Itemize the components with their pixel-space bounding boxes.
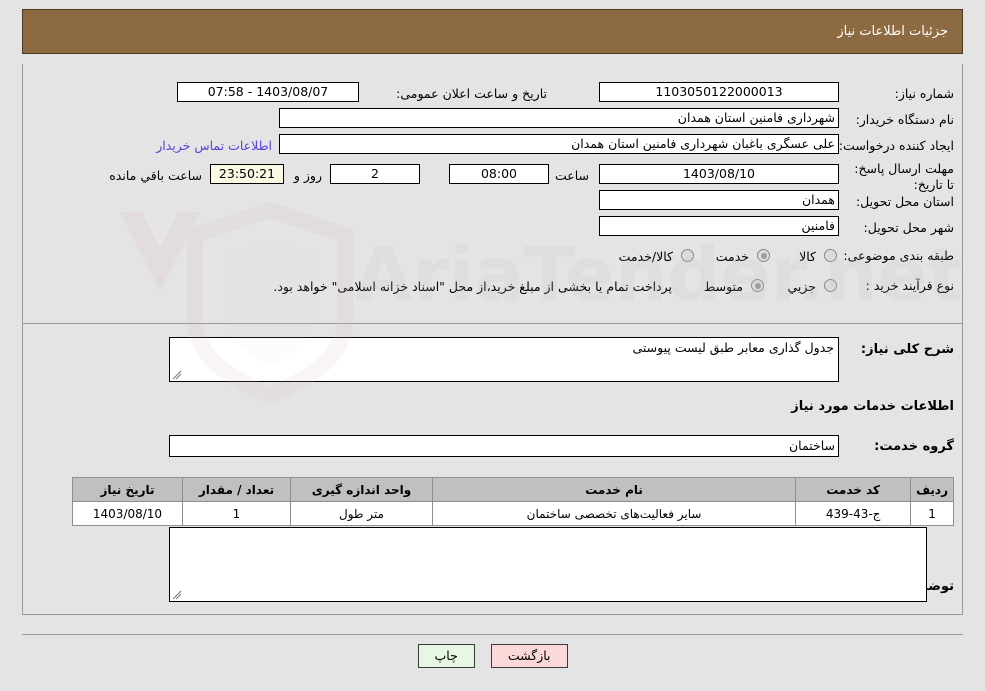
delivery-city-value: فامنین [599, 216, 839, 236]
cell-unit: متر طول [290, 501, 433, 526]
cell-row: 1 [910, 501, 954, 526]
col-service-code: کد خدمت [795, 477, 912, 502]
deadline-date: 1403/08/10 [599, 164, 839, 184]
subject-class-label: طبقه بندی موضوعی: [843, 248, 954, 263]
deadline-label: مهلت ارسال پاسخ: تا تاریخ: [854, 161, 954, 192]
buyer-org-value: شهرداری فامنین استان همدان [279, 108, 839, 128]
services-section-title: اطلاعات خدمات مورد نیاز [791, 399, 954, 414]
col-quantity: تعداد / مقدار [182, 477, 291, 502]
summary-form: شماره نیاز: 1103050122000013 تاریخ و ساع… [23, 64, 962, 324]
deadline-time: 08:00 [449, 164, 549, 184]
radio-subject-kala-label: کالا [799, 249, 816, 264]
buyer-org-label: نام دستگاه خریدار: [855, 112, 954, 127]
back-button[interactable]: بازگشت [490, 644, 568, 668]
cell-service-name: سایر فعالیت‌های تخصصی ساختمان [431, 501, 797, 526]
request-creator-value: علی عسگری باغبان شهرداری فامنین استان هم… [279, 134, 839, 154]
need-details-section: شرح کلی نیاز: جدول گذاری معابر طبق لیست … [23, 324, 962, 614]
col-row: ردیف [910, 477, 954, 502]
footer-divider [22, 634, 963, 635]
deadline-countdown-suffix: ساعت باقي مانده [109, 168, 202, 183]
col-service-name: نام خدمت [431, 477, 797, 502]
col-need-date: تاریخ نیاز [72, 477, 183, 502]
items-table: ردیف کد خدمت نام خدمت واحد اندازه گیری ت… [72, 477, 954, 526]
service-group-value: ساختمان [169, 435, 839, 457]
request-creator-label: ایجاد کننده درخواست: [838, 138, 954, 153]
deadline-days-suffix: روز و [293, 168, 322, 183]
need-number-value: 1103050122000013 [599, 82, 839, 102]
service-group-label: گروه خدمت: [874, 439, 954, 454]
footer-buttons: بازگشت چاپ [22, 644, 963, 668]
need-number-label: شماره نیاز: [894, 86, 954, 101]
general-description-text: جدول گذاری معابر طبق لیست پیوستی [632, 340, 834, 355]
radio-subject-kala-khedmat[interactable] [681, 249, 694, 262]
deadline-days: 2 [330, 164, 420, 184]
radio-subject-khedmat[interactable] [757, 249, 770, 262]
details-panel: شماره نیاز: 1103050122000013 تاریخ و ساع… [22, 64, 963, 615]
radio-process-jozii-label: جزيي [787, 279, 816, 294]
radio-subject-kala-khedmat-label: کالا/خدمت [618, 249, 673, 264]
print-button[interactable]: چاپ [417, 644, 475, 668]
page-title: جزئیات اطلاعات نیاز [837, 24, 948, 39]
purchase-process-label: نوع فرآیند خرید : [865, 278, 954, 293]
deadline-time-label: ساعت [554, 168, 589, 183]
buyer-contact-link[interactable]: اطلاعات تماس خریدار [156, 138, 272, 153]
radio-process-jozii[interactable] [824, 279, 837, 292]
resize-grip-icon [172, 370, 182, 380]
buyer-notes-value[interactable] [169, 527, 927, 602]
radio-process-motavaset-label: متوسط [703, 279, 743, 294]
public-announce-value: 1403/08/07 - 07:58 [177, 82, 359, 102]
cell-need-date: 1403/08/10 [72, 501, 183, 526]
table-row: 1 ج-43-439 سایر فعالیت‌های تخصصی ساختمان… [72, 501, 954, 526]
public-announce-label: تاریخ و ساعت اعلان عمومی: [396, 86, 547, 101]
radio-process-motavaset[interactable] [751, 279, 764, 292]
resize-grip-icon [172, 590, 182, 600]
radio-subject-khedmat-label: خدمت [715, 249, 749, 264]
radio-subject-kala[interactable] [824, 249, 837, 262]
cell-service-code: ج-43-439 [795, 501, 912, 526]
delivery-city-label: شهر محل تحویل: [863, 220, 954, 235]
cell-quantity: 1 [182, 501, 291, 526]
table-header-row: ردیف کد خدمت نام خدمت واحد اندازه گیری ت… [72, 477, 954, 502]
delivery-province-label: استان محل تحویل: [855, 194, 954, 209]
delivery-province-value: همدان [599, 190, 839, 210]
purchase-process-note: پرداخت تمام یا بخشی از مبلغ خرید،از محل … [273, 279, 672, 294]
deadline-countdown: 23:50:21 [210, 164, 284, 184]
general-description-value[interactable]: جدول گذاری معابر طبق لیست پیوستی [169, 337, 839, 382]
col-unit: واحد اندازه گیری [290, 477, 433, 502]
general-description-label: شرح کلی نیاز: [860, 342, 954, 357]
window-titlebar: جزئیات اطلاعات نیاز [22, 9, 963, 54]
